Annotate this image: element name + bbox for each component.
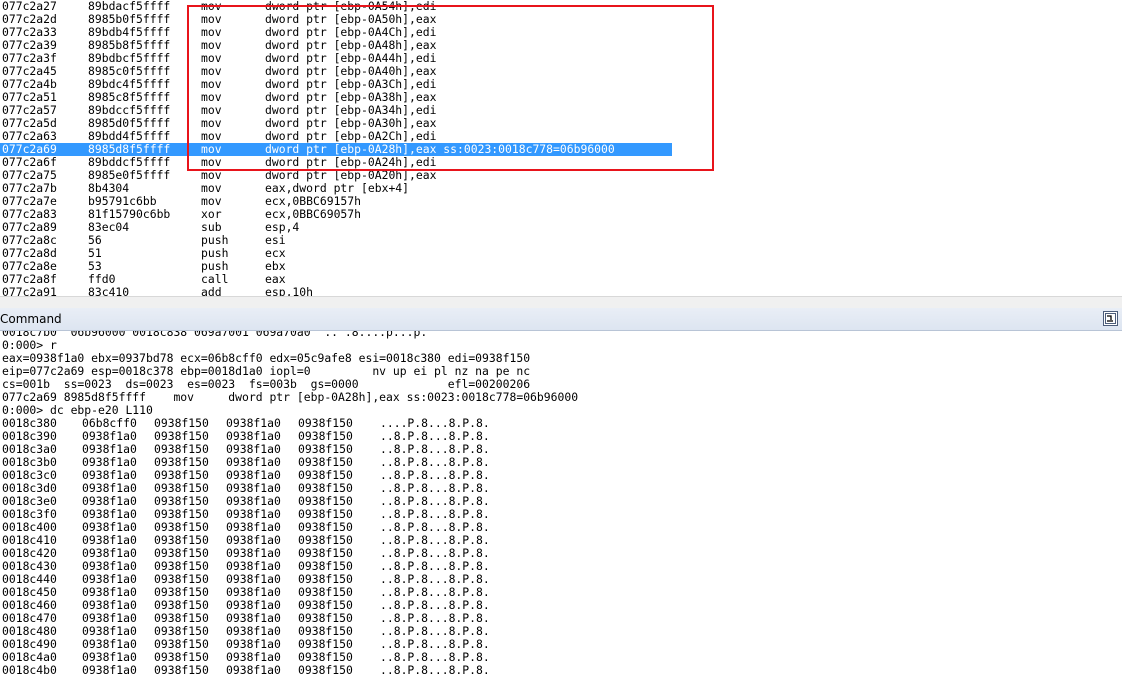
command-window-title: Command bbox=[0, 312, 62, 326]
memory-d2: 0938f150 bbox=[154, 663, 209, 677]
disasm-args: esp,10h bbox=[265, 285, 314, 297]
memory-d4: 0938f150 bbox=[298, 663, 353, 677]
command-line-partial: 0018c7b0 06b96000 0018c838 069a7001 069a… bbox=[2, 331, 428, 339]
command-window-titlebar: Command bbox=[0, 308, 1122, 331]
disasm-line[interactable]: 077c2a8e 53 push ebx bbox=[0, 260, 1122, 273]
memory-d1: 0938f1a0 bbox=[82, 663, 137, 677]
disasm-line[interactable]: 077c2a89 83ec04 sub esp,4 bbox=[0, 221, 1122, 234]
window-menu-button[interactable] bbox=[1103, 311, 1118, 326]
disasm-line[interactable]: 077c2a75 8985e0f5ffff mov dword ptr [ebp-0A… bbox=[0, 169, 1122, 182]
disassembly-pane[interactable]: 077c2a27 89bdacf5ffff mov dword ptr [ebp-0A… bbox=[0, 0, 1122, 296]
disasm-line[interactable]: 077c2a83 81f15790c6bb xor ecx,0BBC69057h bbox=[0, 208, 1122, 221]
disasm-bytes: 83c410 bbox=[88, 285, 130, 297]
disasm-line[interactable]: 077c2a8c 56 push esi bbox=[0, 234, 1122, 247]
disasm-line[interactable]: 077c2a91 83c410 add esp,10h bbox=[0, 285, 1122, 297]
memory-d3: 0938f1a0 bbox=[226, 663, 281, 677]
command-output[interactable]: 0018c7b0 06b96000 0018c838 069a7001 069a… bbox=[0, 331, 1122, 678]
disasm-line[interactable]: 077c2a7b 8b4304 mov eax,dword ptr [ebx+4] bbox=[0, 182, 1122, 195]
disasm-line[interactable]: 077c2a8f ffd0 call eax bbox=[0, 273, 1122, 286]
disasm-addr: 077c2a91 bbox=[2, 285, 57, 297]
memory-row: 0018c4b0 0938f1a0 0938f150 0938f1a0 0938f150… bbox=[2, 664, 522, 677]
window-menu-icon bbox=[1105, 313, 1116, 324]
disasm-op: add bbox=[201, 285, 222, 297]
disasm-line[interactable]: 077c2a8d 51 push ecx bbox=[0, 247, 1122, 260]
memory-ascii: ..8.P.8...8.P.8. bbox=[380, 663, 490, 677]
memory-addr: 0018c4b0 bbox=[2, 663, 57, 677]
